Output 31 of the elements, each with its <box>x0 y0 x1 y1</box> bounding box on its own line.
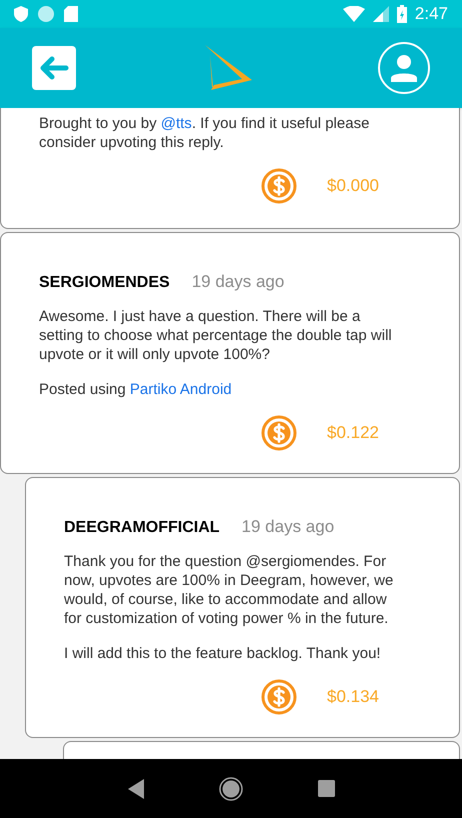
profile-button[interactable] <box>378 42 430 94</box>
overview-icon[interactable] <box>318 780 334 797</box>
back-icon[interactable] <box>128 778 144 798</box>
author-name[interactable]: DEEGRAMOFFICIAL <box>64 516 220 540</box>
comment-text: I will add this to the feature backlog. Thank you! <box>64 644 382 663</box>
post-age: 19 days ago <box>192 271 284 293</box>
dollar-coin-icon[interactable] <box>261 168 297 204</box>
wifi-icon <box>342 6 365 22</box>
dollar-coin-icon[interactable] <box>261 679 297 715</box>
payout-amount: $0.122 <box>327 422 379 444</box>
payout-amount: $0.134 <box>327 686 379 708</box>
shield-icon <box>14 6 28 22</box>
payout-amount: $0.000 <box>327 175 379 198</box>
comment-text: Posted using Partiko Android <box>39 380 233 399</box>
clock-time: 2:47 <box>414 3 448 26</box>
battery-icon <box>396 5 407 23</box>
comment-text: Awesome. I just have a question. There will be a setting to choose what percentage the double tap will upvote or it will only upvote 100%? <box>39 307 393 364</box>
author-name[interactable]: SERGIOMENDES <box>39 271 170 295</box>
signal-icon <box>372 6 389 22</box>
back-arrow-icon <box>39 56 69 80</box>
user-link[interactable]: @tts <box>160 115 192 132</box>
circle-icon <box>38 6 54 22</box>
comment-text: Thank you for the question @sergiomendes. For now, upvotes are 100% in Deegram, however, we would, of course, like to accommodate and allow for customization of voting power % in the future. <box>64 552 394 628</box>
post-age: 19 days ago <box>242 516 334 538</box>
user-icon <box>391 54 417 82</box>
dollar-coin-icon[interactable] <box>261 415 297 451</box>
home-icon[interactable] <box>218 776 242 800</box>
back-button[interactable] <box>32 46 76 90</box>
comment-text: Brought to you by @tts. If you find it useful please consider upvoting this reply. <box>39 114 370 152</box>
user-link[interactable]: Partiko Android <box>130 381 232 398</box>
sd-card-icon <box>64 6 78 22</box>
